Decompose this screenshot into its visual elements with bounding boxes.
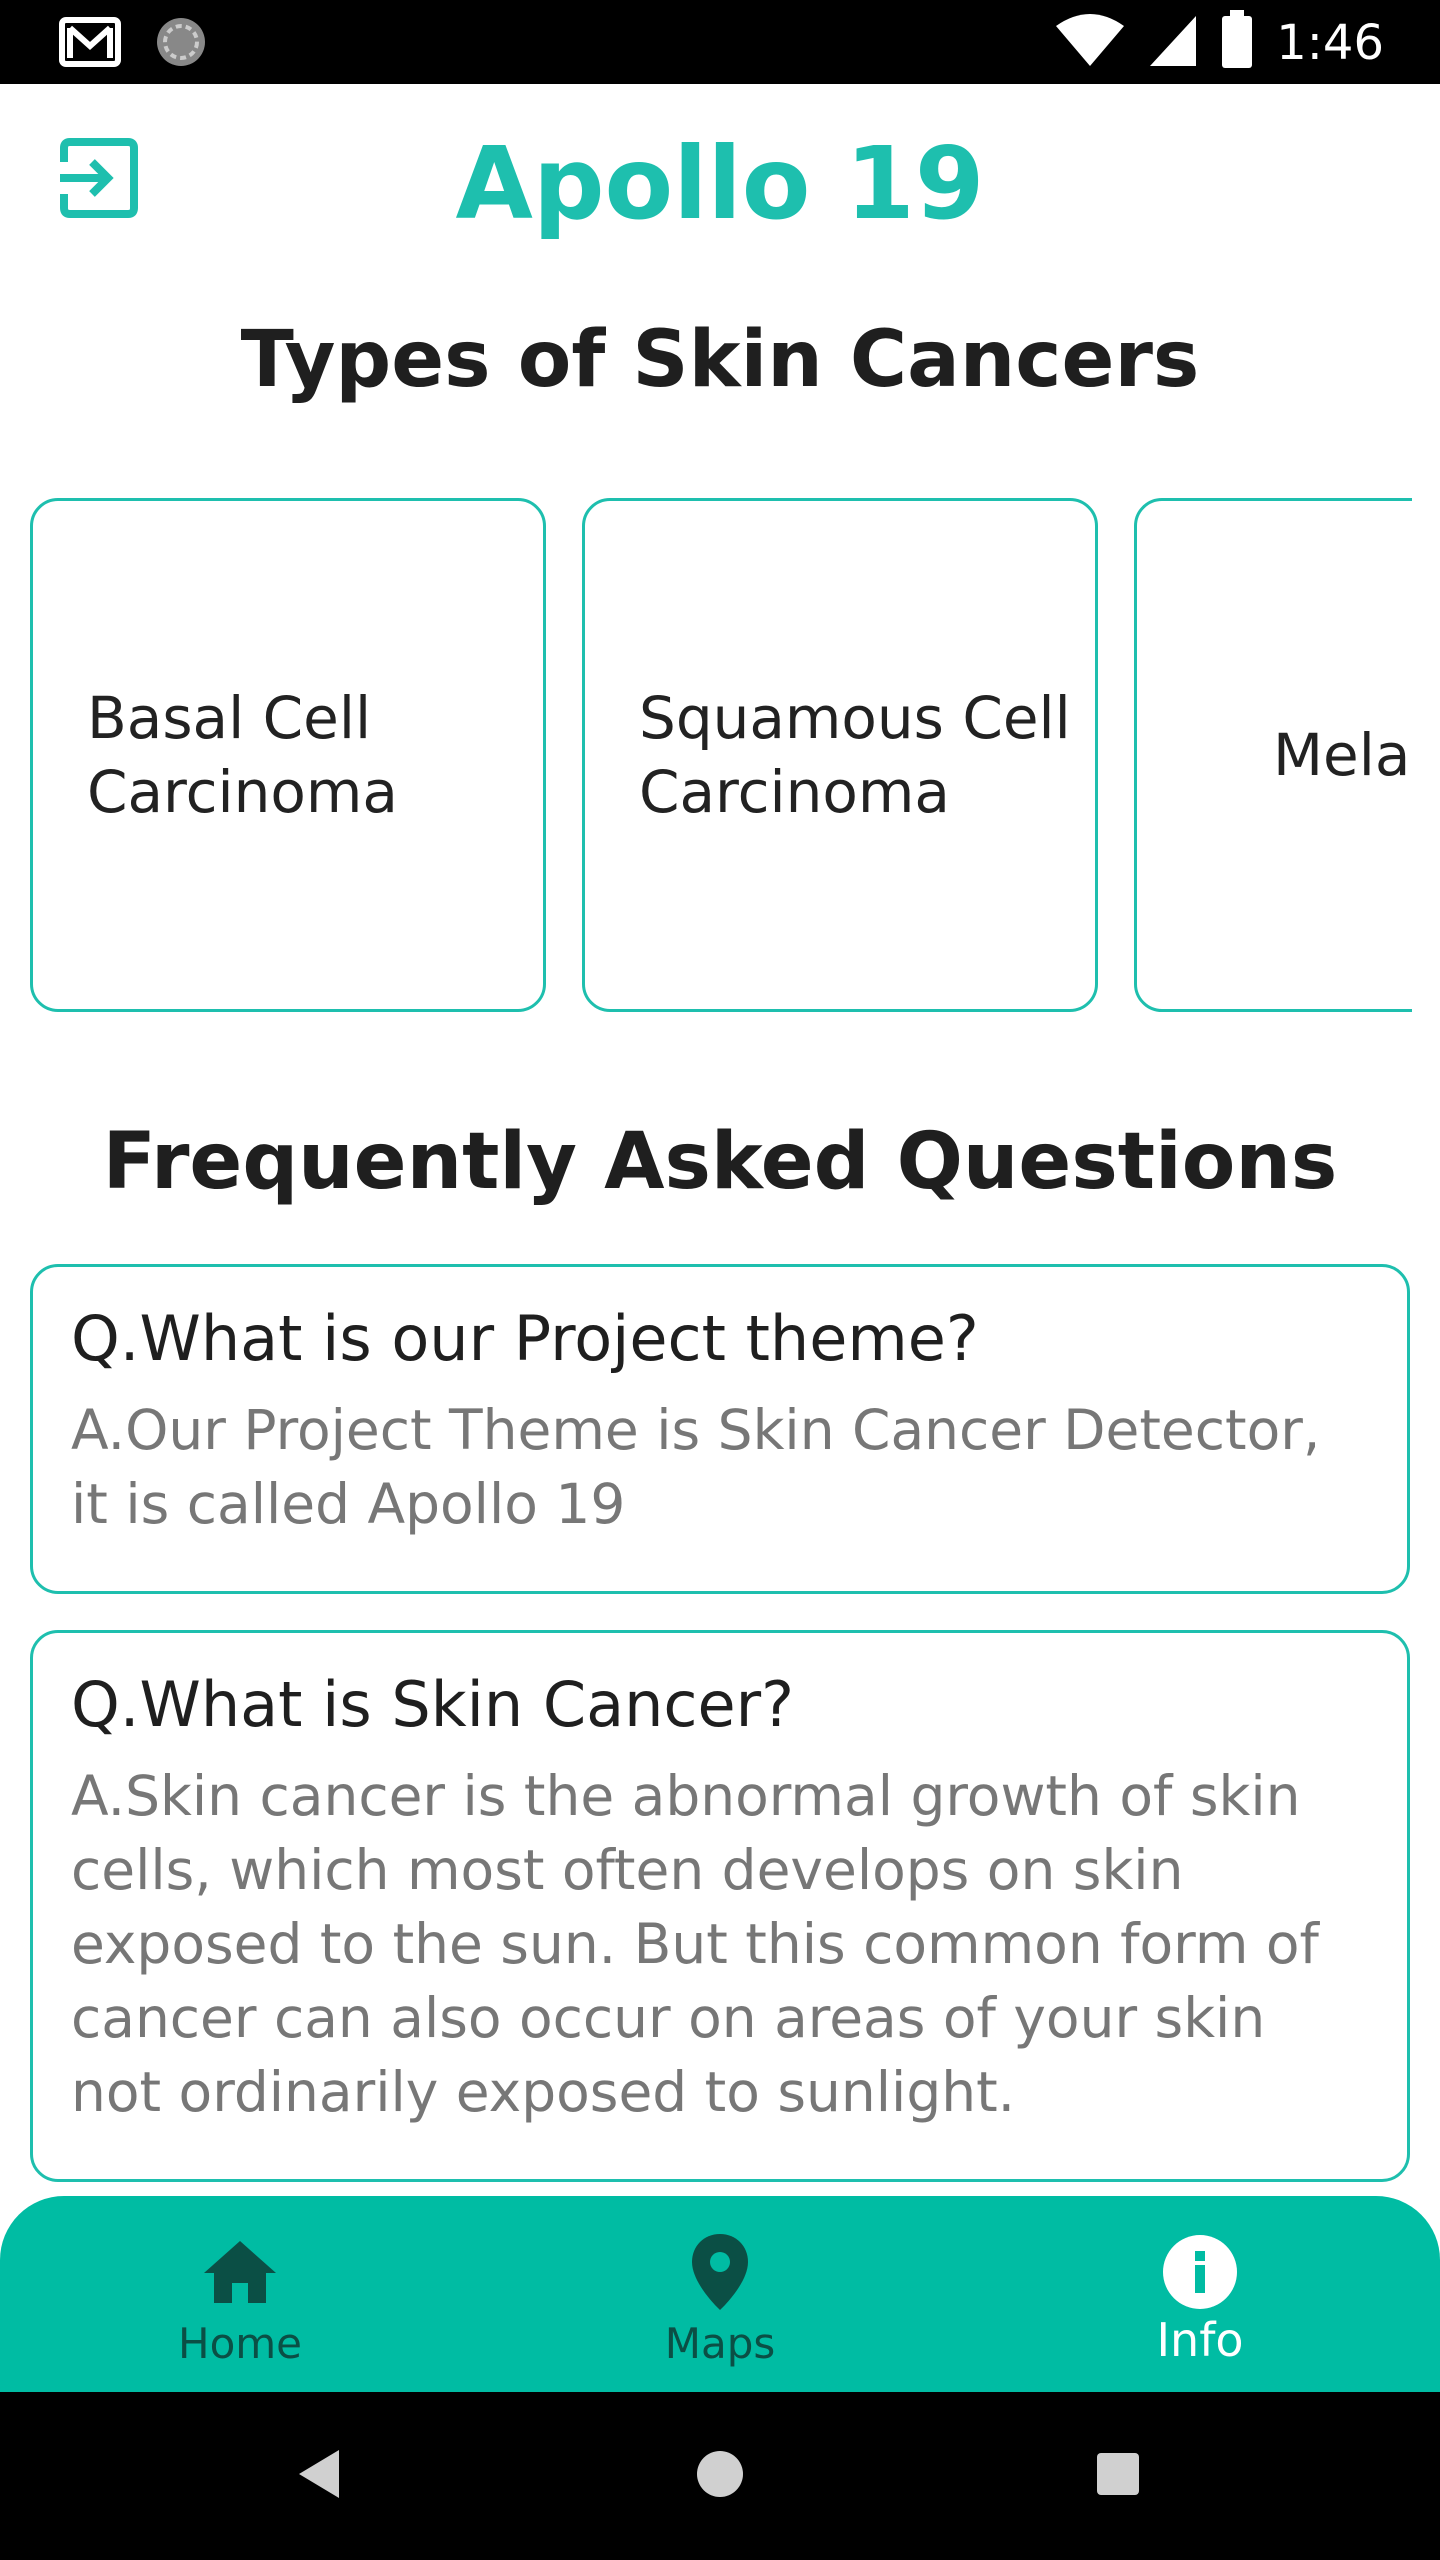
- faq-item: Q.What is our Project theme? A.Our Proje…: [30, 1264, 1410, 1594]
- status-time: 1:46: [1276, 14, 1384, 71]
- faq-question: Q.What is Skin Cancer?: [71, 1668, 795, 1741]
- system-back-button[interactable]: [280, 2436, 360, 2516]
- faq-item: Q.What is Skin Cancer? A.Skin cancer is …: [30, 1630, 1410, 2182]
- system-recents-button[interactable]: [1078, 2436, 1158, 2516]
- nav-label: Info: [1156, 2313, 1244, 2367]
- cancer-type-card-basal[interactable]: Basal Cell Carcinoma: [30, 498, 546, 1012]
- status-bar: 1:46: [0, 0, 1440, 84]
- gmail-icon: [58, 14, 122, 75]
- home-circle-icon: [695, 2449, 745, 2504]
- nav-label: Home: [177, 2319, 303, 2368]
- status-right-icons: 1:46: [1054, 10, 1384, 75]
- faq-heading: Frequently Asked Questions: [102, 1117, 1338, 1207]
- nav-label: Maps: [664, 2319, 776, 2368]
- app-title: Apollo 19: [455, 125, 985, 242]
- bottom-navigation: Home Maps Info: [0, 2196, 1440, 2392]
- recents-square-icon: [1095, 2451, 1141, 2502]
- wifi-icon: [1054, 12, 1126, 73]
- home-icon: [200, 2232, 280, 2312]
- status-left-icons: [58, 14, 208, 75]
- nav-item-maps[interactable]: Maps: [540, 2196, 900, 2392]
- system-home-button[interactable]: [680, 2436, 760, 2516]
- nav-item-info[interactable]: Info: [1020, 2196, 1380, 2392]
- cancer-type-label: Mela: [1273, 721, 1411, 789]
- faq-answer: A.Our Project Theme is Skin Cancer Detec…: [71, 1398, 1321, 1536]
- info-icon: [1160, 2232, 1240, 2312]
- cancer-types-carousel[interactable]: Basal Cell Carcinoma Squamous Cell Carci…: [0, 494, 1412, 1024]
- cancer-type-label: Squamous Cell Carcinoma: [639, 684, 1071, 826]
- cell-signal-icon: [1148, 12, 1198, 73]
- cancer-type-card-melanoma[interactable]: Mela: [1134, 498, 1412, 1012]
- types-heading: Types of Skin Cancers: [240, 315, 1200, 405]
- back-triangle-icon: [295, 2446, 345, 2507]
- cancer-type-card-squamous[interactable]: Squamous Cell Carcinoma: [582, 498, 1098, 1012]
- app-header: Apollo 19: [0, 84, 1440, 280]
- map-pin-icon: [680, 2232, 760, 2312]
- cancer-type-label: Basal Cell Carcinoma: [87, 684, 398, 826]
- system-navigation-bar: [0, 2392, 1440, 2560]
- nav-item-home[interactable]: Home: [60, 2196, 420, 2392]
- faq-answer: A.Skin cancer is the abnormal growth of …: [71, 1764, 1319, 2124]
- faq-question: Q.What is our Project theme?: [71, 1302, 979, 1375]
- sync-icon: [154, 15, 208, 74]
- battery-icon: [1220, 10, 1254, 75]
